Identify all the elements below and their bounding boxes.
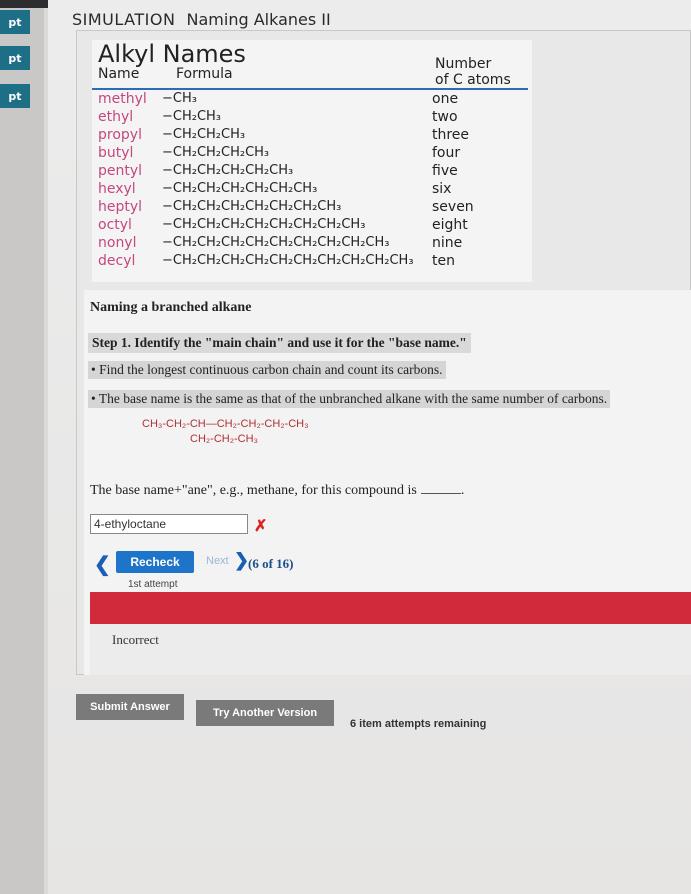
alkyl-name: nonyl: [98, 235, 137, 251]
attempts-remaining: 6 item attempts remaining: [350, 718, 487, 730]
title-text: Naming Alkanes II: [186, 10, 331, 29]
alkyl-formula: −CH₂CH₂CH₂CH₂CH₂CH₂CH₂CH₂CH₂CH₃: [162, 253, 414, 268]
alkyl-names-table: Alkyl Names Name Formula Number of C ato…: [92, 40, 532, 282]
feedback-box: [90, 624, 691, 675]
carbon-count: ten: [432, 253, 455, 269]
column-header-number-line1: Number: [435, 56, 492, 72]
table-row: hexyl −CH₂CH₂CH₂CH₂CH₂CH₃ six: [92, 180, 532, 198]
alkyl-name: butyl: [98, 145, 134, 161]
alkyl-formula: −CH₂CH₃: [162, 109, 222, 124]
structure-branch: CH₂-CH₂-CH₃: [190, 433, 259, 445]
table-row: decyl −CH₂CH₂CH₂CH₂CH₂CH₂CH₂CH₂CH₂CH₃ ten: [92, 252, 532, 270]
carbon-count: eight: [432, 217, 468, 233]
alkyl-name: pentyl: [98, 163, 143, 179]
table-title: Alkyl Names: [98, 40, 246, 68]
next-link[interactable]: Next: [206, 555, 229, 567]
column-header-formula: Formula: [176, 66, 233, 82]
left-sidebar: pt pt pt: [0, 8, 44, 894]
alkyl-name: heptyl: [98, 199, 143, 215]
table-row: nonyl −CH₂CH₂CH₂CH₂CH₂CH₂CH₂CH₂CH₃ nine: [92, 234, 532, 252]
column-header-number-line2: of C atoms: [435, 72, 511, 88]
carbon-count: five: [432, 163, 458, 179]
main-area: SIMULATION Naming Alkanes II Alkyl Names…: [48, 0, 691, 894]
alkyl-formula: −CH₂CH₂CH₂CH₂CH₂CH₂CH₂CH₃: [162, 217, 366, 232]
column-header-number: Number of C atoms: [435, 56, 511, 88]
structure-main-chain: CH₃-CH₂-CH—CH₂-CH₂-CH₂-CH₃: [142, 418, 309, 430]
feedback-bar: [90, 592, 691, 624]
carbon-count: two: [432, 109, 458, 125]
alkyl-formula: −CH₂CH₂CH₂CH₂CH₂CH₃: [162, 181, 318, 196]
feedback-text: Incorrect: [112, 632, 159, 647]
table-row: heptyl −CH₂CH₂CH₂CH₂CH₂CH₂CH₃ seven: [92, 198, 532, 216]
table-row: ethyl −CH₂CH₃ two: [92, 108, 532, 126]
question-content: Naming a branched alkane Step 1. Identif…: [84, 290, 691, 675]
alkyl-name: propyl: [98, 127, 142, 143]
alkyl-name: ethyl: [98, 109, 134, 125]
carbon-count: nine: [432, 235, 463, 251]
alkyl-formula: −CH₂CH₂CH₂CH₂CH₂CH₂CH₃: [162, 199, 342, 214]
previous-chevron-icon[interactable]: ❮: [94, 552, 111, 577]
submit-answer-button[interactable]: Submit Answer: [76, 694, 184, 720]
answer-blank: [420, 493, 461, 494]
table-row: octyl −CH₂CH₂CH₂CH₂CH₂CH₂CH₂CH₃ eight: [92, 216, 532, 234]
alkyl-formula: −CH₃: [162, 91, 197, 106]
step-instruction: Step 1. Identify the "main chain" and us…: [88, 333, 471, 353]
section-heading: Naming a branched alkane: [90, 300, 252, 315]
page-title: SIMULATION Naming Alkanes II: [72, 10, 331, 29]
question-period: .: [460, 483, 465, 498]
alkyl-name: octyl: [98, 217, 132, 233]
table-row: methyl −CH₃ one: [92, 90, 532, 108]
question-progress: (6 of 16): [248, 556, 294, 571]
try-another-version-button[interactable]: Try Another Version: [196, 700, 334, 726]
incorrect-x-icon: ✗: [254, 518, 268, 535]
carbon-count: six: [432, 181, 452, 197]
alkyl-name: methyl: [98, 91, 147, 107]
hint-bullet: • The base name is the same as that of t…: [88, 390, 611, 408]
simulation-label: SIMULATION: [72, 10, 176, 29]
table-row: propyl −CH₂CH₂CH₃ three: [92, 126, 532, 144]
points-badge[interactable]: pt: [0, 10, 30, 34]
alkyl-formula: −CH₂CH₂CH₂CH₂CH₃: [162, 163, 294, 178]
question-prompt: The base name+"ane", e.g., methane, for …: [90, 483, 417, 498]
recheck-button[interactable]: Recheck: [116, 551, 194, 573]
table-row: pentyl −CH₂CH₂CH₂CH₂CH₃ five: [92, 162, 532, 180]
alkyl-formula: −CH₂CH₂CH₂CH₂CH₂CH₂CH₂CH₂CH₃: [162, 235, 390, 250]
alkyl-formula: −CH₂CH₂CH₃: [162, 127, 246, 142]
carbon-count: one: [432, 91, 459, 107]
next-chevron-icon[interactable]: ❯: [234, 550, 249, 571]
carbon-count: three: [432, 127, 470, 143]
table-row: butyl −CH₂CH₂CH₂CH₃ four: [92, 144, 532, 162]
alkyl-name: hexyl: [98, 181, 136, 197]
question-text: The base name+"ane", e.g., methane, for …: [90, 483, 464, 499]
hint-bullet: • Find the longest continuous carbon cha…: [88, 361, 446, 379]
carbon-count: four: [432, 145, 461, 161]
carbon-count: seven: [432, 199, 474, 215]
points-badge[interactable]: pt: [0, 84, 30, 108]
points-badge[interactable]: pt: [0, 46, 30, 70]
attempt-label: 1st attempt: [128, 579, 178, 590]
alkyl-name: decyl: [98, 253, 136, 269]
answer-input[interactable]: [90, 514, 248, 534]
alkyl-formula: −CH₂CH₂CH₂CH₃: [162, 145, 270, 160]
column-header-name: Name: [98, 66, 140, 82]
